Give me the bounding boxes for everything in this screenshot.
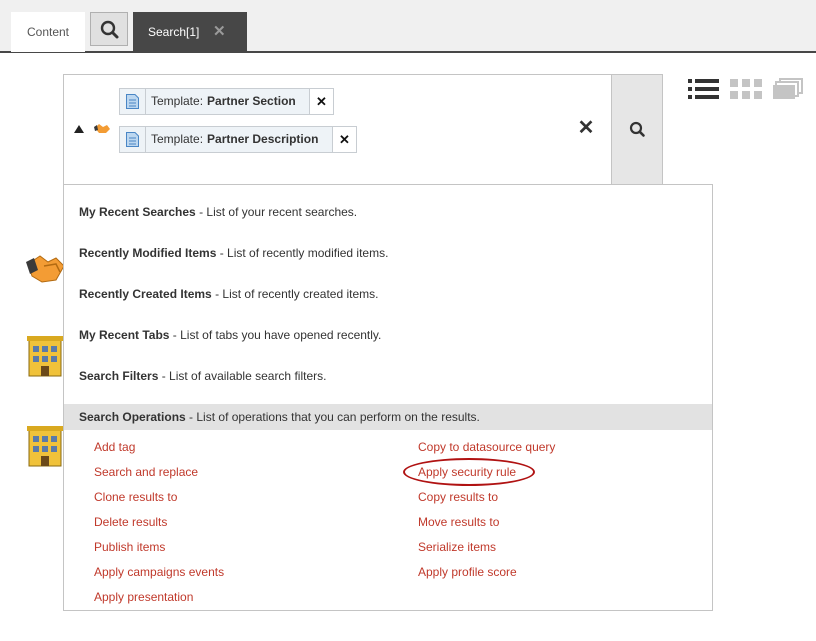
search-operations-header[interactable]: Search Operations - List of operations t…: [64, 404, 712, 430]
op-add-tag[interactable]: Add tag: [94, 440, 135, 454]
operations-title: Search Operations: [79, 410, 186, 424]
remove-filter-button[interactable]: ✕: [332, 127, 356, 152]
dropdown-item-title: Search Filters: [79, 369, 159, 383]
dropdown-item-search-filters[interactable]: Search Filters - List of available searc…: [79, 369, 326, 383]
dropdown-item-recently-created[interactable]: Recently Created Items - List of recentl…: [79, 287, 378, 301]
op-apply-campaigns-events[interactable]: Apply campaigns events: [94, 565, 224, 579]
document-icon: [126, 132, 139, 147]
op-clone-results[interactable]: Clone results to: [94, 490, 177, 504]
op-apply-presentation[interactable]: Apply presentation: [94, 590, 193, 604]
dropdown-item-title: Recently Created Items: [79, 287, 212, 301]
dropdown-item-desc: - List of recently modified items.: [216, 246, 389, 260]
clear-search-button[interactable]: ✕: [575, 117, 597, 139]
filter-value: Partner Section: [207, 94, 296, 108]
op-delete-results[interactable]: Delete results: [94, 515, 167, 529]
dropdown-item-recent-tabs[interactable]: My Recent Tabs - List of tabs you have o…: [79, 328, 381, 342]
filter-label: Template: Partner Section: [151, 89, 296, 114]
search-tab-button[interactable]: [90, 12, 128, 46]
op-apply-profile-score[interactable]: Apply profile score: [418, 565, 517, 579]
op-publish-items[interactable]: Publish items: [94, 540, 165, 554]
op-search-and-replace[interactable]: Search and replace: [94, 465, 198, 479]
dropdown-item-title: My Recent Searches: [79, 205, 196, 219]
filter-key: Template:: [151, 132, 204, 146]
expand-arrow-icon[interactable]: [74, 125, 84, 133]
filter-value: Partner Description: [207, 132, 319, 146]
search-submit-button[interactable]: [611, 74, 663, 185]
dropdown-item-desc: - List of your recent searches.: [195, 205, 358, 219]
filter-label: Template: Partner Description: [151, 127, 318, 152]
tab-content[interactable]: Content: [11, 12, 85, 52]
remove-filter-button[interactable]: ✕: [309, 89, 333, 114]
document-icon: [126, 94, 139, 109]
op-move-results[interactable]: Move results to: [418, 515, 499, 529]
close-tab-icon[interactable]: ✕: [213, 12, 226, 52]
building-icon: [27, 426, 63, 467]
stack-view-icon[interactable]: [772, 78, 804, 100]
dropdown-item-title: Recently Modified Items: [79, 246, 217, 260]
grid-view-icon[interactable]: [730, 78, 762, 100]
dropdown-item-title: My Recent Tabs: [79, 328, 170, 342]
search-suggestions-dropdown: My Recent Searches - List of your recent…: [63, 184, 713, 611]
dropdown-item-desc: - List of recently created items.: [211, 287, 379, 301]
search-operations-label: Search Operations - List of operations t…: [79, 410, 480, 424]
search-box[interactable]: Template: Partner Section ✕ Template: Part…: [63, 74, 612, 185]
dropdown-item-recent-searches[interactable]: My Recent Searches - List of your recent…: [79, 205, 357, 219]
building-icon: [27, 336, 63, 377]
op-copy-results[interactable]: Copy results to: [418, 490, 498, 504]
handshake-icon: [94, 124, 110, 133]
filter-chip-partner-description: Template: Partner Description ✕: [119, 126, 357, 153]
handshake-icon: [26, 255, 65, 283]
tab-bar: Content Search[1] ✕: [0, 0, 816, 53]
tab-search-results[interactable]: Search[1] ✕: [133, 12, 247, 52]
list-view-icon[interactable]: [688, 78, 720, 100]
dropdown-item-recently-modified[interactable]: Recently Modified Items - List of recent…: [79, 246, 388, 260]
dropdown-item-desc: - List of available search filters.: [158, 369, 327, 383]
search-icon: [629, 121, 645, 137]
tab-search-label: Search[1]: [148, 25, 200, 39]
highlight-annotation-ring: [403, 458, 535, 486]
filter-key: Template:: [151, 94, 204, 108]
operations-desc: - List of operations that you can perfor…: [185, 410, 480, 424]
search-icon: [100, 20, 119, 39]
op-serialize-items[interactable]: Serialize items: [418, 540, 496, 554]
dropdown-item-desc: - List of tabs you have opened recently.: [169, 328, 382, 342]
op-copy-to-datasource-query[interactable]: Copy to datasource query: [418, 440, 555, 454]
filter-chip-partner-section: Template: Partner Section ✕: [119, 88, 334, 115]
